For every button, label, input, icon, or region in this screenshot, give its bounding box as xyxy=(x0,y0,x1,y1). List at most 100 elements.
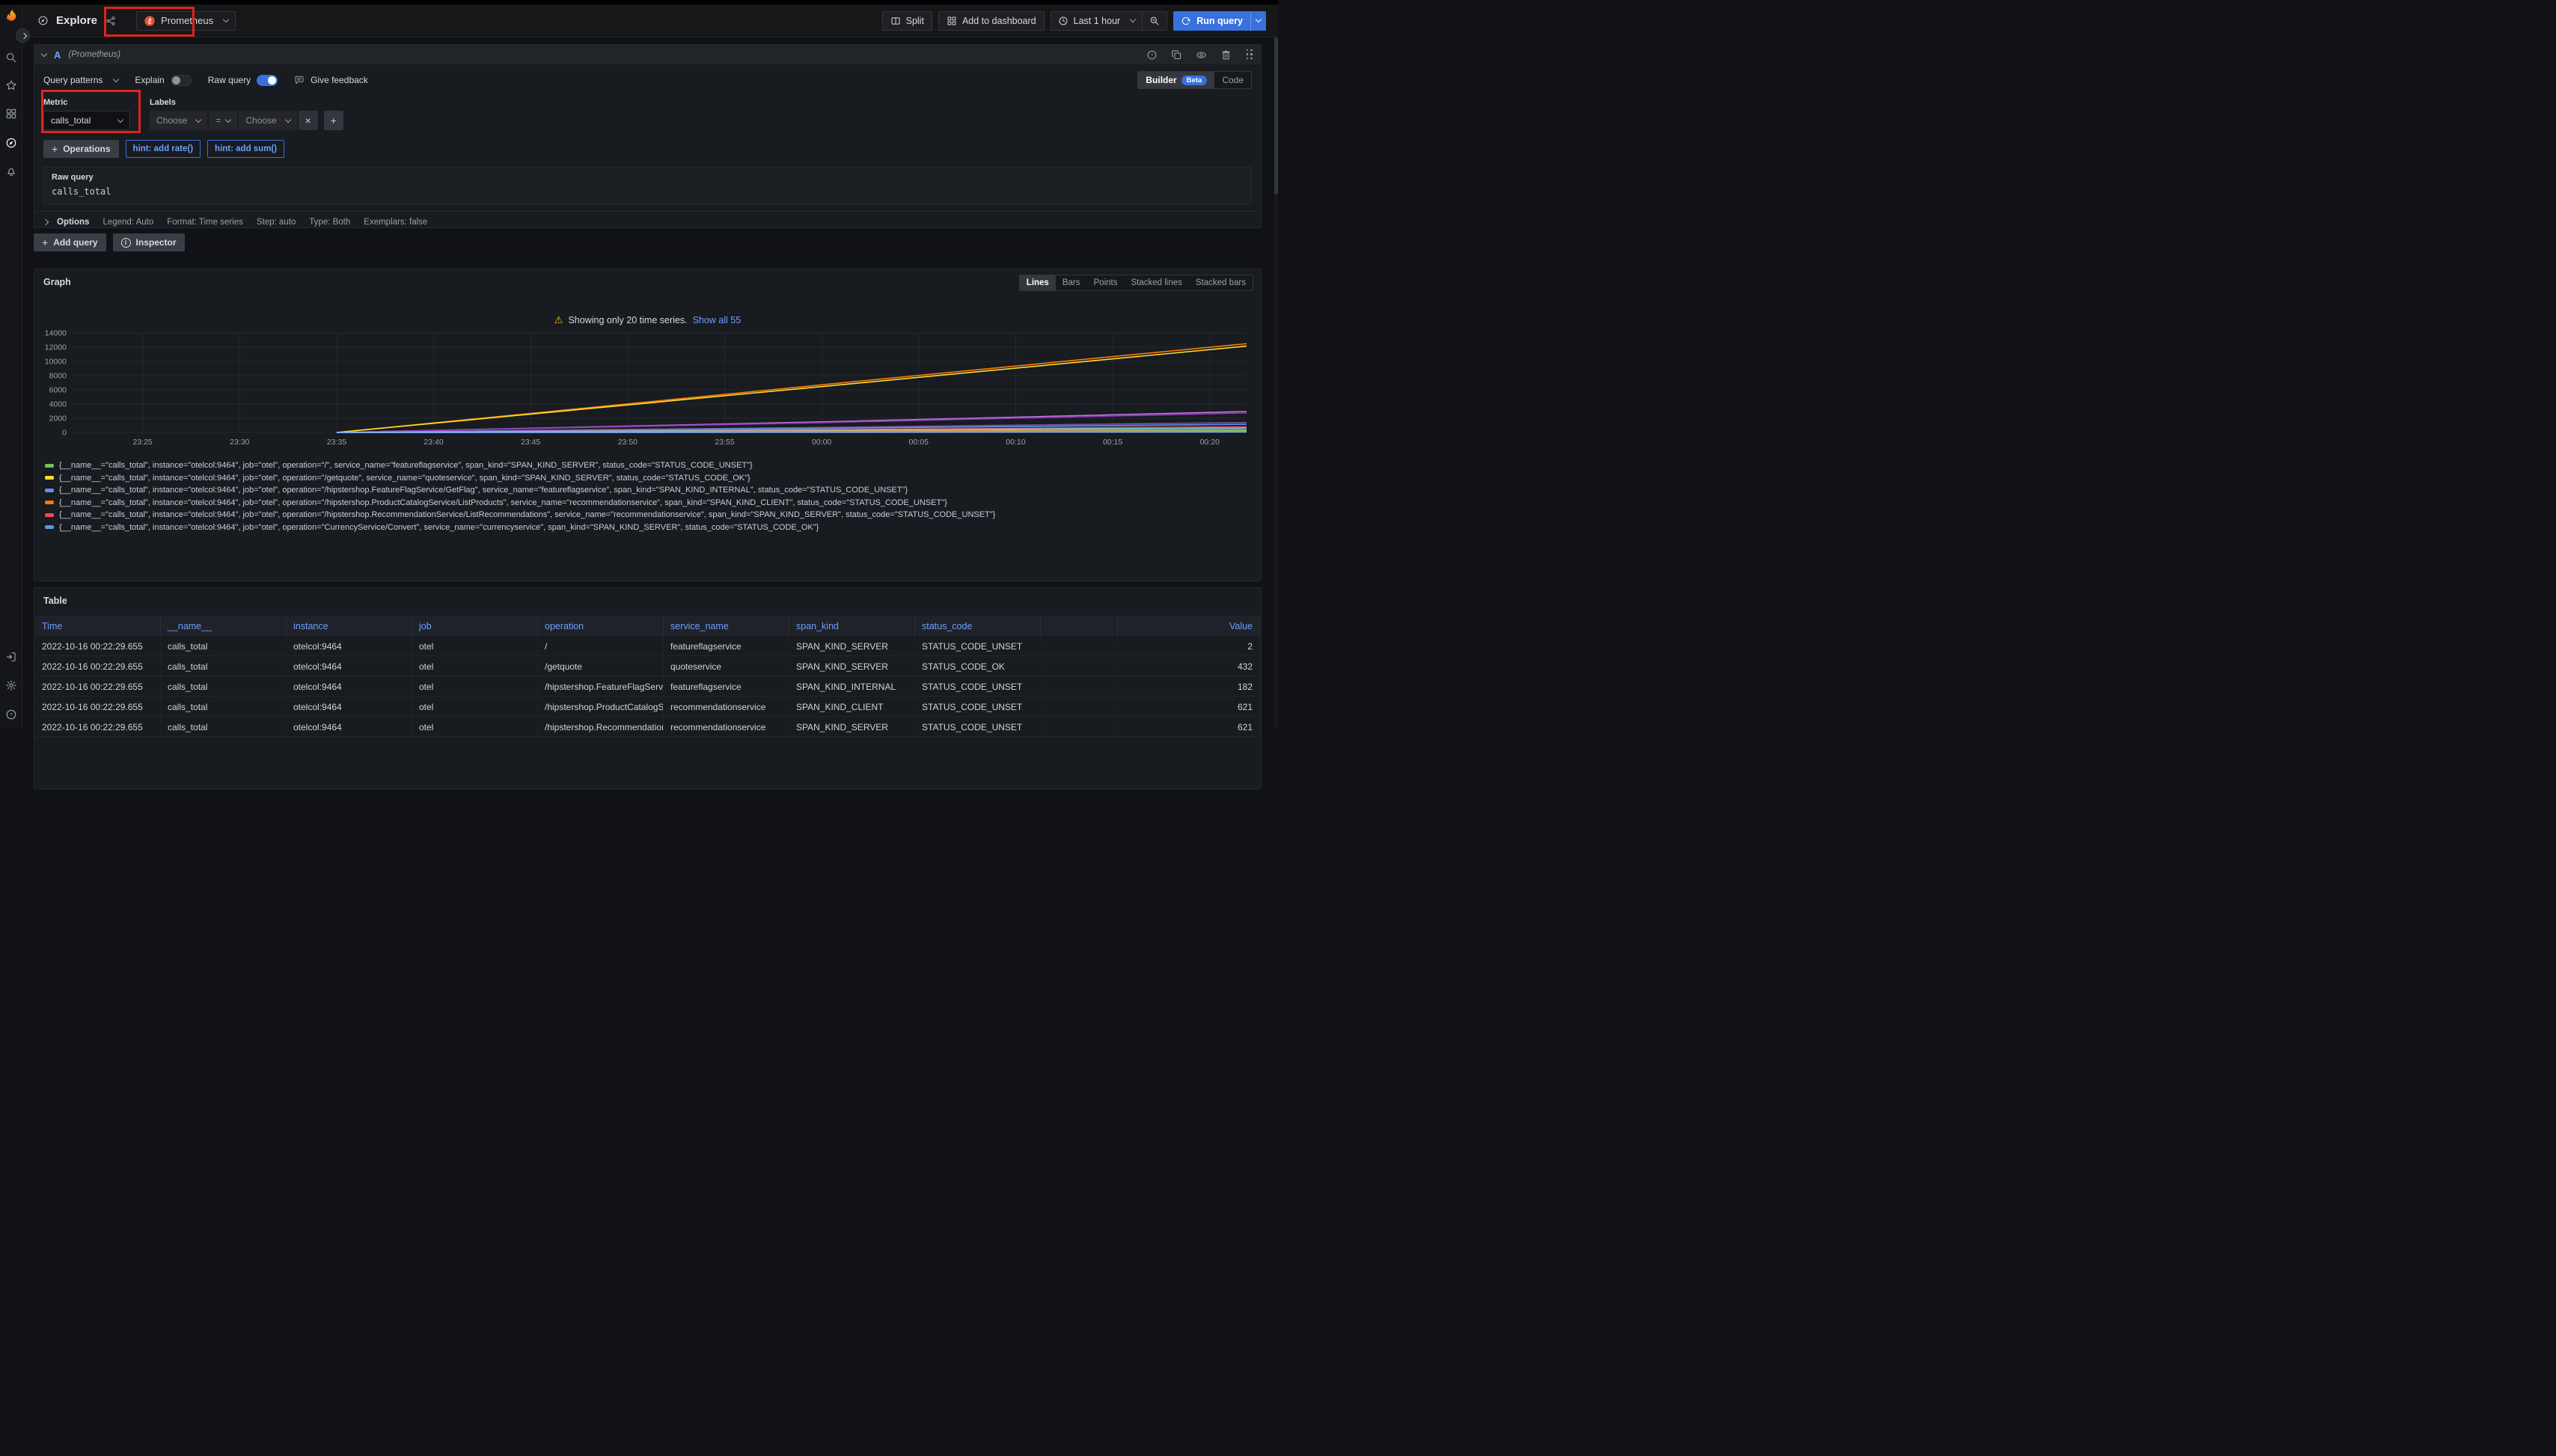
table-cell: STATUS_CODE_UNSET xyxy=(915,636,1041,656)
metric-select[interactable]: calls_total xyxy=(43,111,130,130)
operations-button[interactable]: + Operations xyxy=(43,140,119,158)
graph-style-tab-lines[interactable]: Lines xyxy=(1020,275,1056,290)
explore-compass-icon[interactable] xyxy=(5,137,17,149)
table-panel: Table Time__name__instancejoboperationse… xyxy=(34,587,1262,789)
inspector-button[interactable]: i Inspector xyxy=(113,233,185,251)
query-row-header[interactable]: A (Prometheus) ? xyxy=(34,45,1261,64)
hide-response-eye-icon[interactable] xyxy=(1196,49,1207,61)
svg-text:00:05: 00:05 xyxy=(909,438,929,447)
legend-item[interactable]: {__name__="calls_total", instance="otelc… xyxy=(45,521,1255,534)
sign-in-icon[interactable] xyxy=(5,651,17,663)
svg-text:23:45: 23:45 xyxy=(521,438,540,447)
drag-handle[interactable] xyxy=(1247,49,1254,61)
dashboards-icon[interactable] xyxy=(5,108,17,120)
column-header-Value[interactable]: Value xyxy=(1118,616,1260,636)
page-scrollbar[interactable] xyxy=(1274,4,1278,728)
svg-text:?: ? xyxy=(10,712,13,718)
table-cell: 2022-10-16 00:22:29.655 xyxy=(35,676,161,697)
query-hint-button[interactable]: hint: add rate() xyxy=(126,140,201,158)
svg-text:12000: 12000 xyxy=(45,343,67,352)
table-row[interactable]: 2022-10-16 00:22:29.655calls_totalotelco… xyxy=(35,676,1260,697)
grafana-logo[interactable] xyxy=(4,7,19,22)
table-cell: 2022-10-16 00:22:29.655 xyxy=(35,656,161,676)
graph-style-tab-stacked-lines[interactable]: Stacked lines xyxy=(1124,275,1188,290)
show-all-series-link[interactable]: Show all 55 xyxy=(693,315,742,325)
table-cell: calls_total xyxy=(161,697,287,717)
explain-toggle[interactable]: Explain xyxy=(135,75,191,86)
graph-style-tab-bars[interactable]: Bars xyxy=(1056,275,1087,290)
table-row[interactable]: 2022-10-16 00:22:29.655calls_totalotelco… xyxy=(35,656,1260,676)
add-query-button[interactable]: + Add query xyxy=(34,233,106,251)
explain-switch[interactable] xyxy=(171,75,192,86)
datasource-picker[interactable]: Prometheus xyxy=(136,11,236,31)
remove-label-filter-button[interactable]: × xyxy=(299,111,318,130)
settings-gear-icon[interactable] xyxy=(5,679,17,691)
give-feedback-link[interactable]: Give feedback xyxy=(294,75,368,85)
option-summary-item: Exemplars: false xyxy=(364,218,427,227)
run-query-dropdown[interactable] xyxy=(1250,11,1266,31)
time-series-chart[interactable]: 0200040006000800010000120001400023:2523:… xyxy=(42,329,1253,458)
graph-style-tab-points[interactable]: Points xyxy=(1087,275,1125,290)
starred-icon[interactable] xyxy=(5,79,17,91)
legend-label: {__name__="calls_total", instance="otelc… xyxy=(59,498,947,507)
raw-query-switch[interactable] xyxy=(257,75,278,86)
legend-item[interactable]: {__name__="calls_total", instance="otelc… xyxy=(45,472,1255,485)
metric-field: Metric calls_total xyxy=(43,98,130,130)
label-value-select[interactable]: Choose xyxy=(239,111,296,130)
zoom-out-time-button[interactable] xyxy=(1142,12,1167,30)
query-hint-button[interactable]: hint: add sum() xyxy=(207,140,284,158)
graph-style-tab-stacked-bars[interactable]: Stacked bars xyxy=(1189,275,1253,290)
column-header-operation[interactable]: operation xyxy=(538,616,664,636)
option-summary-item: Legend: Auto xyxy=(103,218,153,227)
alerting-bell-icon[interactable] xyxy=(5,165,17,177)
legend-item[interactable]: {__name__="calls_total", instance="otelc… xyxy=(45,484,1255,497)
search-icon[interactable] xyxy=(5,52,17,64)
table-cell: otel xyxy=(412,697,538,717)
share-icon[interactable] xyxy=(106,16,116,26)
builder-mode-tab[interactable]: Builder Beta xyxy=(1138,72,1214,88)
remove-query-trash-icon[interactable] xyxy=(1220,49,1232,61)
svg-text:23:55: 23:55 xyxy=(715,438,734,447)
column-header-Time[interactable]: Time xyxy=(35,616,161,636)
table-cell: SPAN_KIND_SERVER xyxy=(789,636,915,656)
plus-icon: + xyxy=(42,236,48,248)
table-cell: 182 xyxy=(1118,676,1260,697)
table-cell: SPAN_KIND_SERVER xyxy=(789,656,915,676)
legend-item[interactable]: {__name__="calls_total", instance="otelc… xyxy=(45,459,1255,472)
copy-query-icon[interactable] xyxy=(1171,49,1182,61)
code-mode-tab[interactable]: Code xyxy=(1214,72,1251,88)
column-header-__name__[interactable]: __name__ xyxy=(161,616,287,636)
help-icon[interactable]: ? xyxy=(5,709,17,721)
legend-item[interactable]: {__name__="calls_total", instance="otelc… xyxy=(45,509,1255,521)
table-row[interactable]: 2022-10-16 00:22:29.655calls_totalotelco… xyxy=(35,636,1260,656)
time-range-picker[interactable]: Last 1 hour xyxy=(1051,12,1143,30)
run-query-button[interactable]: Run query xyxy=(1173,11,1266,31)
query-patterns-dropdown[interactable]: Query patterns xyxy=(43,75,118,85)
scrollbar-thumb[interactable] xyxy=(1274,37,1278,195)
raw-query-toggle[interactable]: Raw query xyxy=(208,75,278,86)
query-options-row[interactable]: Options Legend: AutoFormat: Time seriesS… xyxy=(34,211,1261,233)
legend-item[interactable]: {__name__="calls_total", instance="otelc… xyxy=(45,497,1255,510)
svg-text:10000: 10000 xyxy=(45,358,67,367)
collapse-chevron-icon[interactable] xyxy=(41,50,47,56)
sidebar-expand-button[interactable] xyxy=(16,28,30,43)
label-key-select[interactable]: Choose xyxy=(150,111,207,130)
legend-label: {__name__="calls_total", instance="otelc… xyxy=(59,510,995,519)
label-operator-select[interactable]: = xyxy=(209,111,237,130)
add-to-dashboard-button[interactable]: Add to dashboard xyxy=(938,11,1045,31)
sidebar: ? xyxy=(0,4,22,728)
legend-color-swatch xyxy=(45,464,54,468)
query-help-icon[interactable]: ? xyxy=(1146,49,1158,61)
add-label-filter-button[interactable]: + xyxy=(324,111,343,130)
column-header-service_name[interactable]: service_name xyxy=(664,616,789,636)
split-button[interactable]: Split xyxy=(882,11,932,31)
legend-label: {__name__="calls_total", instance="otelc… xyxy=(59,474,750,483)
table-row[interactable]: 2022-10-16 00:22:29.655calls_totalotelco… xyxy=(35,717,1260,737)
svg-text:23:30: 23:30 xyxy=(230,438,249,447)
table-row[interactable]: 2022-10-16 00:22:29.655calls_totalotelco… xyxy=(35,697,1260,717)
column-header-span_kind[interactable]: span_kind xyxy=(789,616,915,636)
svg-text:23:50: 23:50 xyxy=(618,438,638,447)
column-header-instance[interactable]: instance xyxy=(287,616,412,636)
column-header-status_code[interactable]: status_code xyxy=(915,616,1041,636)
column-header-job[interactable]: job xyxy=(412,616,538,636)
